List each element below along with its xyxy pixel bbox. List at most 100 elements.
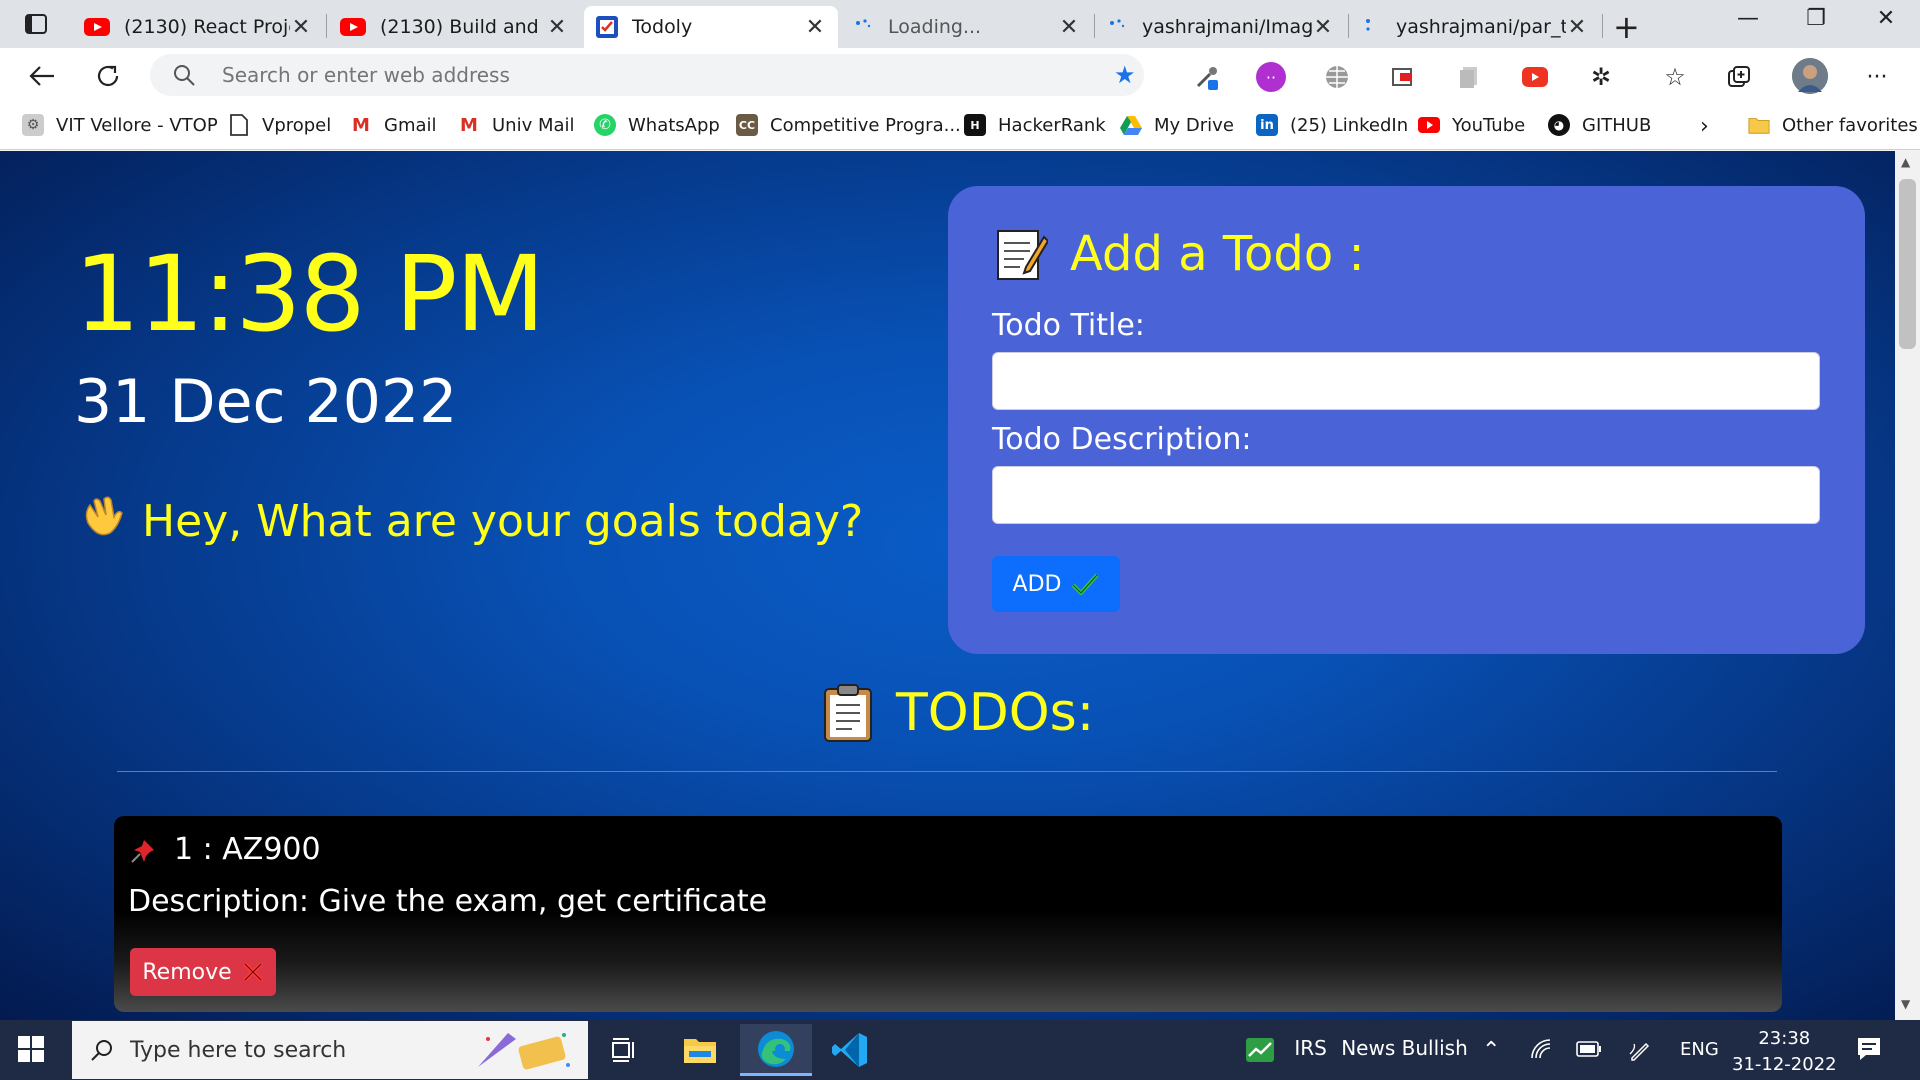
restore-button[interactable]: ❐ bbox=[1796, 6, 1836, 31]
add-todo-button[interactable]: ADD bbox=[992, 556, 1120, 612]
favorites-icon[interactable]: ☆ bbox=[1660, 62, 1690, 92]
bookmark-vit[interactable]: ⚙ VIT Vellore - VTOP bbox=[22, 114, 218, 136]
close-icon[interactable]: ✕ bbox=[1566, 15, 1588, 40]
scrollbar-thumb[interactable] bbox=[1899, 179, 1916, 349]
bookmark-hackerrank[interactable]: H HackerRank bbox=[964, 114, 1106, 136]
folder-icon bbox=[1748, 114, 1770, 136]
back-button[interactable] bbox=[24, 58, 60, 94]
tab-par-tar[interactable]: yashrajmani/par_tar ✕ bbox=[1350, 6, 1600, 48]
page-scrollbar[interactable]: ▲ ▼ bbox=[1895, 151, 1920, 1020]
add-button-label: ADD bbox=[1012, 571, 1062, 597]
notifications-icon[interactable] bbox=[1856, 1036, 1882, 1067]
new-tab-button[interactable]: + bbox=[1613, 8, 1640, 46]
greeting-text: Hey, What are your goals today? bbox=[142, 495, 864, 547]
waving-hand-icon bbox=[78, 493, 124, 549]
profile-avatar[interactable] bbox=[1792, 58, 1828, 94]
tab-todoly[interactable]: Todoly ✕ bbox=[584, 6, 838, 48]
current-time: 11:38 PM bbox=[74, 233, 545, 355]
battery-icon[interactable] bbox=[1576, 1038, 1602, 1062]
todo-description-input[interactable] bbox=[992, 466, 1820, 524]
news-widget[interactable]: IRS News Bullish bbox=[1246, 1036, 1468, 1062]
tab-separator bbox=[326, 14, 327, 38]
todo-title-text: 1 : AZ900 bbox=[174, 832, 321, 867]
close-icon[interactable]: ✕ bbox=[546, 15, 568, 40]
bookmark-linkedin[interactable]: in (25) LinkedIn bbox=[1256, 114, 1408, 136]
bookmark-vpropel[interactable]: Vpropel bbox=[228, 114, 331, 136]
refresh-button[interactable] bbox=[90, 58, 126, 94]
bookmark-other-favorites[interactable]: Other favorites bbox=[1748, 114, 1918, 136]
language-indicator[interactable]: ENG bbox=[1680, 1039, 1719, 1060]
extension-chat-icon[interactable]: ·· bbox=[1256, 62, 1286, 92]
extension-eyedropper-icon[interactable] bbox=[1192, 62, 1222, 92]
bookmark-label: GITHUB bbox=[1582, 114, 1652, 136]
collections-icon[interactable] bbox=[1724, 62, 1754, 92]
bookmark-github[interactable]: ◕ GITHUB bbox=[1548, 114, 1651, 136]
close-icon[interactable]: ✕ bbox=[290, 15, 312, 40]
start-button[interactable] bbox=[18, 1036, 44, 1066]
extensions-puzzle-icon[interactable]: ✲ bbox=[1586, 62, 1616, 92]
close-icon[interactable]: ✕ bbox=[804, 15, 826, 40]
show-hidden-icons-chevron-icon[interactable]: ⌃ bbox=[1482, 1038, 1500, 1063]
taskbar-time: 23:38 bbox=[1758, 1028, 1811, 1049]
add-todo-heading: Add a Todo : bbox=[996, 226, 1365, 282]
address-bar[interactable]: ★ bbox=[150, 54, 1144, 96]
bookmark-gmail[interactable]: M Gmail bbox=[350, 114, 436, 136]
stock-chart-icon bbox=[1246, 1037, 1274, 1062]
bookmark-label: Vpropel bbox=[262, 114, 332, 136]
extension-screen-record-icon[interactable] bbox=[1388, 62, 1418, 92]
todo-item-description: Description: Give the exam, get certific… bbox=[128, 884, 768, 919]
bookmark-label: My Drive bbox=[1154, 114, 1234, 136]
extension-youtube-icon[interactable] bbox=[1520, 62, 1550, 92]
minimize-button[interactable]: — bbox=[1728, 6, 1768, 31]
tab-build-publish[interactable]: (2130) Build and Pu ✕ bbox=[328, 6, 580, 48]
edge-taskbar-button[interactable] bbox=[740, 1024, 812, 1076]
bookmark-codechef[interactable]: CC Competitive Progra... bbox=[736, 114, 961, 136]
task-view-icon bbox=[612, 1038, 634, 1062]
bookmark-whatsapp[interactable]: ✆ WhatsApp bbox=[594, 114, 720, 136]
scroll-down-arrow-icon[interactable]: ▼ bbox=[1901, 997, 1910, 1011]
favorite-star-icon[interactable]: ★ bbox=[1114, 61, 1136, 89]
todo-title-input[interactable] bbox=[992, 352, 1820, 410]
wifi-icon[interactable] bbox=[1530, 1038, 1554, 1065]
tab-loading[interactable]: Loading... ✕ bbox=[842, 6, 1092, 48]
new-year-party-icon bbox=[478, 1033, 570, 1070]
file-explorer-button[interactable] bbox=[676, 1028, 724, 1072]
todoly-icon bbox=[596, 16, 618, 38]
refresh-icon bbox=[97, 65, 119, 87]
tab-actions-icon bbox=[25, 14, 47, 34]
settings-more-icon[interactable]: ··· bbox=[1862, 62, 1892, 92]
vscode-taskbar-button[interactable] bbox=[826, 1028, 874, 1072]
bookmark-label: WhatsApp bbox=[628, 114, 720, 136]
bookmark-label: YouTube bbox=[1452, 114, 1526, 136]
bookmark-youtube[interactable]: YouTube bbox=[1418, 114, 1525, 136]
scroll-up-arrow-icon[interactable]: ▲ bbox=[1901, 155, 1910, 169]
task-view-button[interactable] bbox=[600, 1028, 648, 1072]
bookmarks-overflow-chevron-icon[interactable]: › bbox=[1700, 114, 1709, 139]
remove-todo-button[interactable]: Remove bbox=[130, 948, 276, 996]
vit-icon: ⚙ bbox=[22, 114, 44, 136]
extension-document-icon[interactable] bbox=[1454, 62, 1484, 92]
tab-title: (2130) Build and Pu bbox=[380, 16, 546, 38]
taskbar-clock[interactable]: 23:38 31-12-2022 bbox=[1732, 1026, 1837, 1078]
drive-icon bbox=[1120, 114, 1142, 136]
loading-icon bbox=[1110, 19, 1125, 28]
tab-actions-button[interactable] bbox=[14, 10, 58, 38]
vscode-icon bbox=[832, 1033, 867, 1067]
tab-imagep[interactable]: yashrajmani/ImageP ✕ bbox=[1096, 6, 1346, 48]
tab-react-project[interactable]: (2130) React Project ✕ bbox=[72, 6, 324, 48]
taskbar-search-box[interactable]: Type here to search bbox=[72, 1021, 588, 1079]
youtube-icon bbox=[84, 18, 110, 36]
close-icon[interactable]: ✕ bbox=[1058, 15, 1080, 40]
remove-button-label: Remove bbox=[142, 959, 232, 985]
close-icon[interactable]: ✕ bbox=[1312, 15, 1334, 40]
window-close-button[interactable]: ✕ bbox=[1866, 6, 1906, 31]
extension-globe-icon[interactable] bbox=[1322, 62, 1352, 92]
todo-item: 1 : AZ900 Description: Give the exam, ge… bbox=[114, 816, 1782, 1012]
bookmark-univ-mail[interactable]: M Univ Mail bbox=[458, 114, 575, 136]
pen-icon[interactable] bbox=[1628, 1038, 1652, 1067]
todo-title-label: Todo Title: bbox=[992, 308, 1145, 343]
current-date: 31 Dec 2022 bbox=[74, 367, 458, 437]
address-input[interactable] bbox=[222, 60, 1042, 90]
bookmark-my-drive[interactable]: My Drive bbox=[1120, 114, 1234, 136]
tab-separator bbox=[1094, 14, 1095, 38]
